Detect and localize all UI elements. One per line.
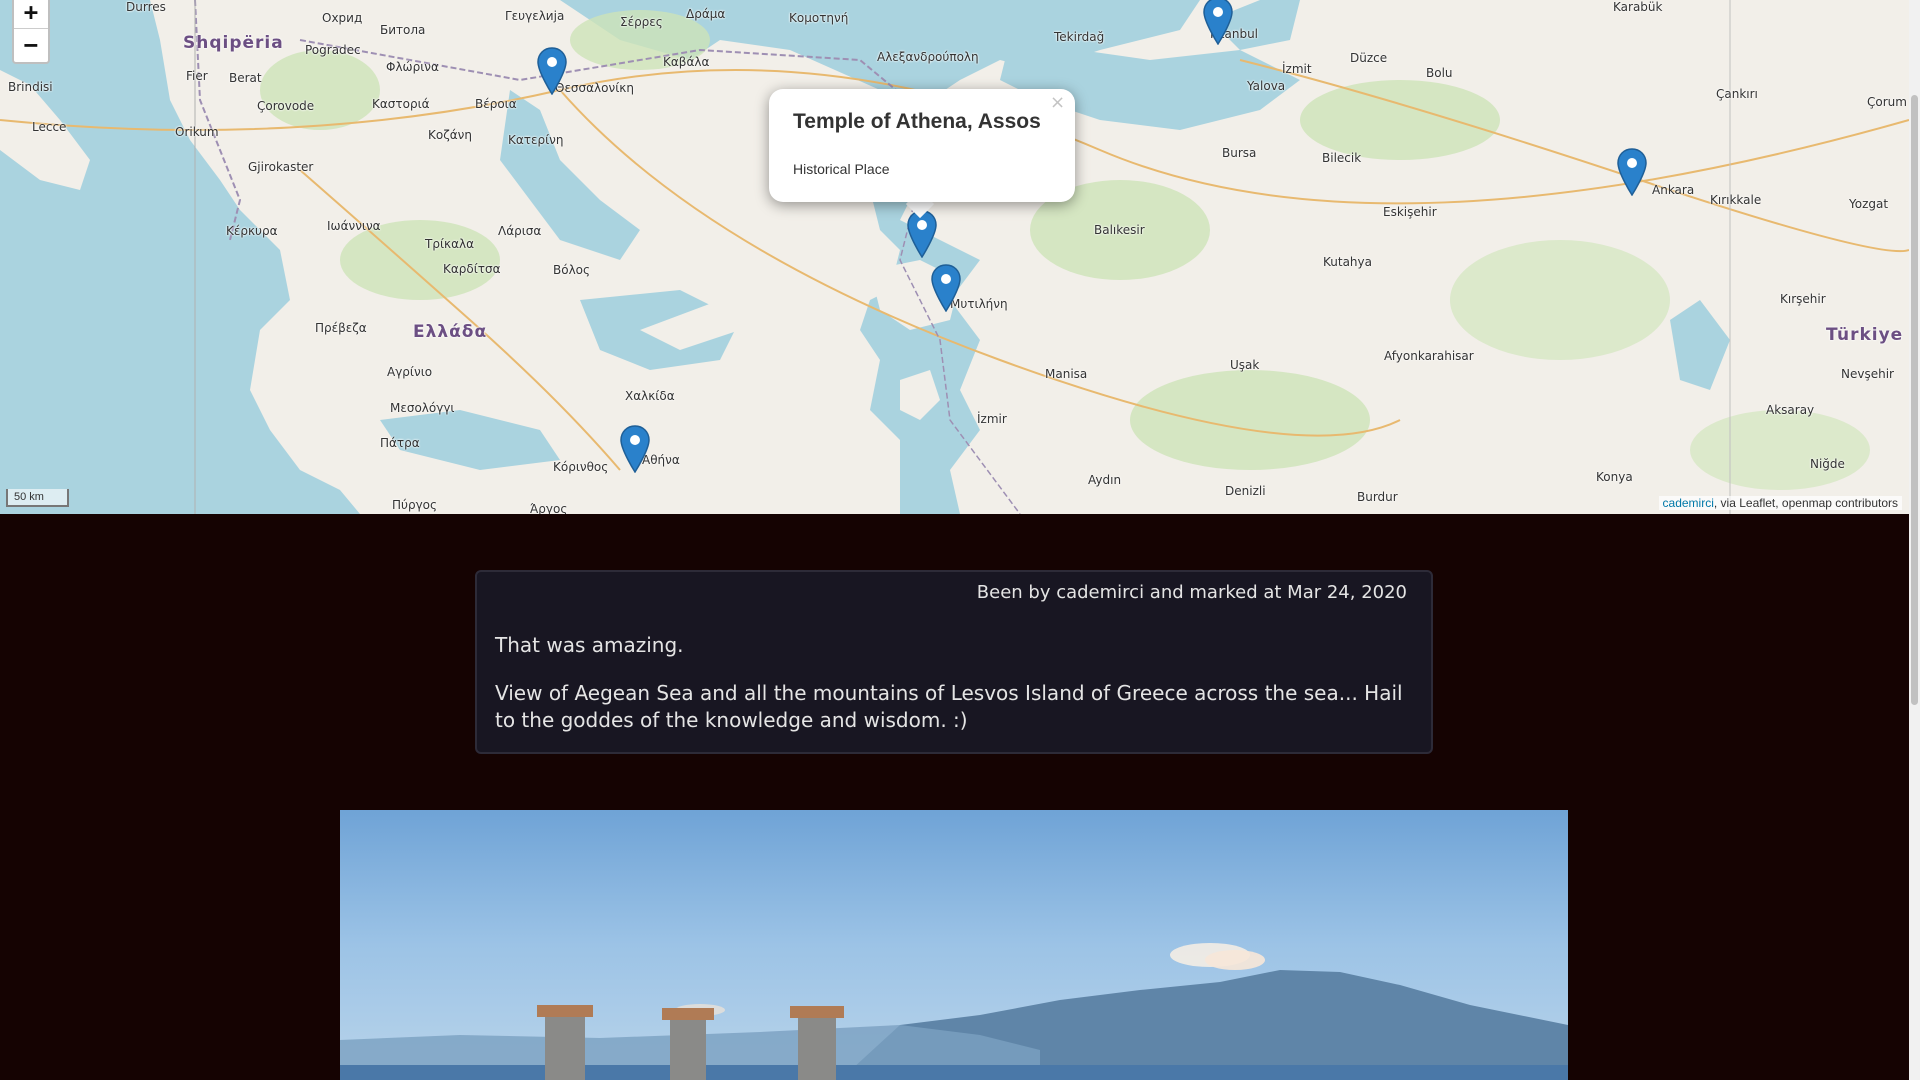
place-label: Brindisi: [8, 80, 53, 94]
place-label: Ιωάννινα: [327, 219, 381, 233]
place-label: Lecce: [32, 120, 67, 134]
map-popup: [769, 89, 1075, 202]
map-marker-icon[interactable]: [907, 210, 937, 258]
popup-title: Temple of Athena, Assos: [793, 110, 1041, 133]
place-label: İzmit: [1282, 62, 1312, 76]
place-label: Ελλάδα: [413, 322, 488, 342]
place-label: Konya: [1596, 470, 1633, 484]
place-label: Düzce: [1350, 51, 1388, 65]
map-marker-icon[interactable]: [537, 47, 567, 95]
post-body: View of Aegean Sea and all the mountains…: [495, 681, 1403, 732]
attribution-link[interactable]: cademirci: [1663, 496, 1714, 510]
place-label: Balıkesir: [1094, 223, 1145, 237]
place-label: Καβάλα: [663, 55, 710, 69]
place-label: Aksaray: [1766, 403, 1815, 417]
scrollbar[interactable]: [1909, 0, 1920, 1080]
place-label: Πάτρα: [380, 436, 420, 450]
place-label: Tekirdağ: [1054, 30, 1105, 44]
map-tiles: [0, 0, 1909, 514]
map-scale: 50 km: [6, 489, 69, 507]
place-label: Yozgat: [1849, 197, 1889, 211]
place-label: Άργος: [530, 502, 568, 514]
place-label: Bursa: [1222, 146, 1257, 160]
place-label: Κέρκυρα: [226, 224, 278, 238]
place-label: Çorum: [1867, 95, 1907, 109]
place-label: Κομοτηνή: [789, 11, 849, 25]
place-label: Burdur: [1357, 490, 1398, 504]
attribution-text: , via Leaflet, openmap contributors: [1713, 496, 1898, 510]
map[interactable]: Durres Shqipëria Охрид Битола Pogradec F…: [0, 0, 1909, 514]
place-label: Μεσολόγγι: [390, 401, 455, 415]
place-label: Niğde: [1810, 457, 1845, 471]
scrollbar-thumb[interactable]: [1911, 95, 1918, 705]
place-label: Καρδίτσα: [443, 262, 501, 276]
place-label: Aydın: [1088, 473, 1122, 487]
place-label: Αγρίνιο: [387, 365, 433, 379]
place-label: Nevşehir: [1841, 367, 1894, 381]
place-label: Κόρινθος: [553, 460, 609, 474]
place-label: Uşak: [1230, 358, 1260, 372]
place-photo: [340, 810, 1568, 1080]
place-label: Γευγελија: [505, 9, 565, 23]
place-label: Orikum: [175, 125, 219, 139]
zoom-control: + −: [12, 0, 50, 64]
place-label: Karabük: [1613, 0, 1663, 14]
place-label: Αλεξανδρούπολη: [877, 50, 979, 64]
place-label: Durres: [126, 0, 166, 14]
place-label: Καστοριά: [372, 97, 430, 111]
zoom-in-button[interactable]: +: [14, 0, 48, 29]
place-label: Λάρισα: [498, 224, 542, 238]
place-label: Βέροια: [475, 97, 517, 111]
place-label: Ankara: [1652, 183, 1695, 197]
post-card: Been by cademirci and marked at Mar 24, …: [475, 570, 1433, 754]
place-label: Βόλος: [553, 263, 591, 277]
place-label: İzmir: [977, 412, 1007, 426]
place-label: Bilecik: [1322, 151, 1362, 165]
place-label: Manisa: [1045, 367, 1088, 381]
place-label: Битола: [380, 23, 426, 37]
popup-subtitle: Historical Place: [793, 161, 890, 177]
place-label: Κοζάνη: [428, 128, 472, 142]
place-label: Kırşehir: [1780, 292, 1826, 306]
zoom-out-button[interactable]: −: [14, 29, 48, 62]
place-label: Gjirokaster: [248, 160, 314, 174]
map-attribution: cademirci, via Leaflet, openmap contribu…: [1658, 496, 1902, 510]
place-label: Çorovode: [257, 99, 315, 113]
place-label: Shqipëria: [183, 33, 284, 53]
place-label: Kırıkkale: [1710, 193, 1762, 207]
map-marker-icon[interactable]: [620, 425, 650, 473]
place-label: Φλώρινα: [386, 60, 439, 74]
place-label: Eskişehir: [1383, 205, 1437, 219]
place-label: Pogradec: [305, 43, 361, 57]
place-label: Berat: [229, 71, 262, 85]
place-label: Bolu: [1426, 66, 1453, 80]
place-label: Çankırı: [1716, 87, 1758, 101]
place-label: Πύργος: [392, 498, 438, 512]
place-label: Δράμα: [686, 7, 726, 21]
place-label: Σέρρες: [620, 15, 663, 29]
map-marker-icon[interactable]: [1203, 0, 1233, 45]
place-label: Türkiye: [1826, 325, 1904, 345]
place-label: Τρίκαλα: [425, 237, 475, 251]
place-label: Охрид: [322, 11, 363, 25]
place-label: Afyonkarahisar: [1384, 349, 1474, 363]
place-label: Κατερίνη: [508, 133, 564, 147]
map-marker-icon[interactable]: [931, 264, 961, 312]
place-label: Yalova: [1247, 79, 1286, 93]
post-headline: That was amazing.: [495, 633, 684, 657]
place-label: Χαλκίδα: [625, 389, 675, 403]
popup-close-button[interactable]: ×: [1050, 92, 1065, 113]
place-label: Fier: [186, 69, 208, 83]
place-label: Πρέβεζα: [315, 321, 367, 335]
place-label: Kutahya: [1323, 255, 1372, 269]
map-marker-icon[interactable]: [1617, 148, 1647, 196]
post-meta: Been by cademirci and marked at Mar 24, …: [976, 582, 1407, 603]
place-label: Denizli: [1225, 484, 1266, 498]
